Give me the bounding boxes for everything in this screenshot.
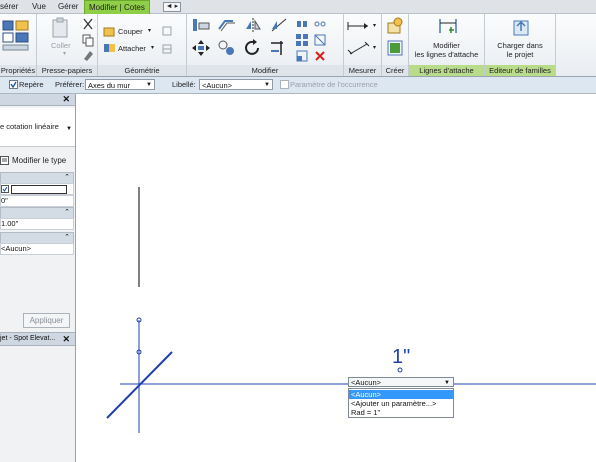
label-dropdown-value: <Aucun> [351,378,382,387]
label-dropdown-list: <Aucun> <Ajouter un paramètre...> Rad = … [348,388,454,418]
label-dropdown[interactable]: <Aucun> ▼ [348,377,454,387]
chevron-down-icon[interactable]: ▼ [444,378,450,388]
dimension-value-text[interactable]: 1" [392,346,410,369]
dropdown-option[interactable]: Rad = 1" [349,408,453,417]
dropdown-option[interactable]: <Ajouter un paramètre...> [349,399,453,408]
dropdown-option[interactable]: <Aucun> [349,390,453,399]
drawing-geometry [106,187,596,433]
